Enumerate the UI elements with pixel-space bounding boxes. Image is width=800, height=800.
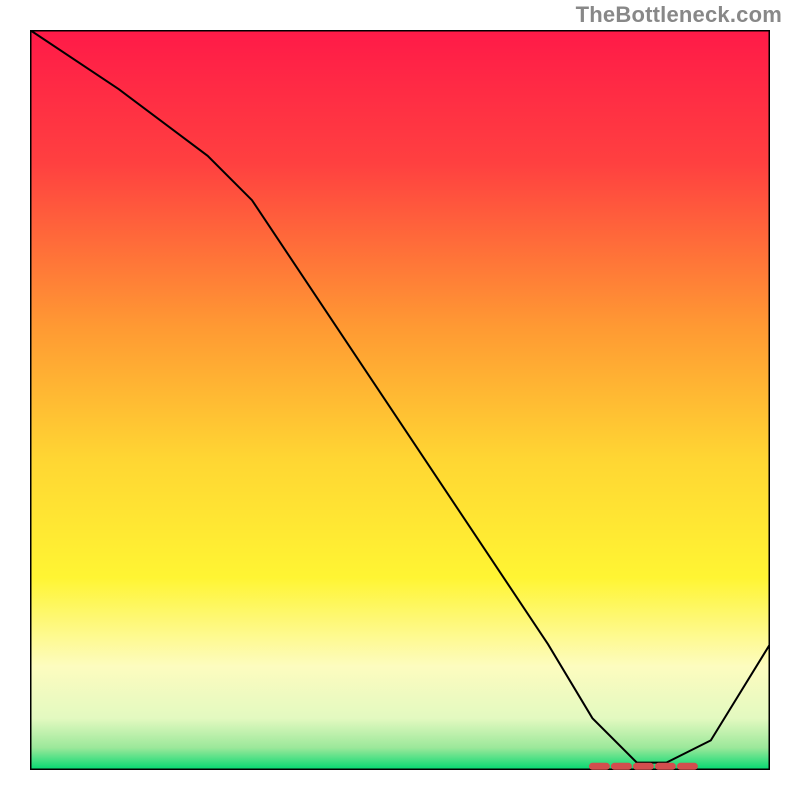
watermark-text: TheBottleneck.com	[576, 2, 782, 28]
chart-plot-area	[30, 30, 770, 770]
chart-svg	[30, 30, 770, 770]
chart-background-gradient	[30, 30, 770, 770]
